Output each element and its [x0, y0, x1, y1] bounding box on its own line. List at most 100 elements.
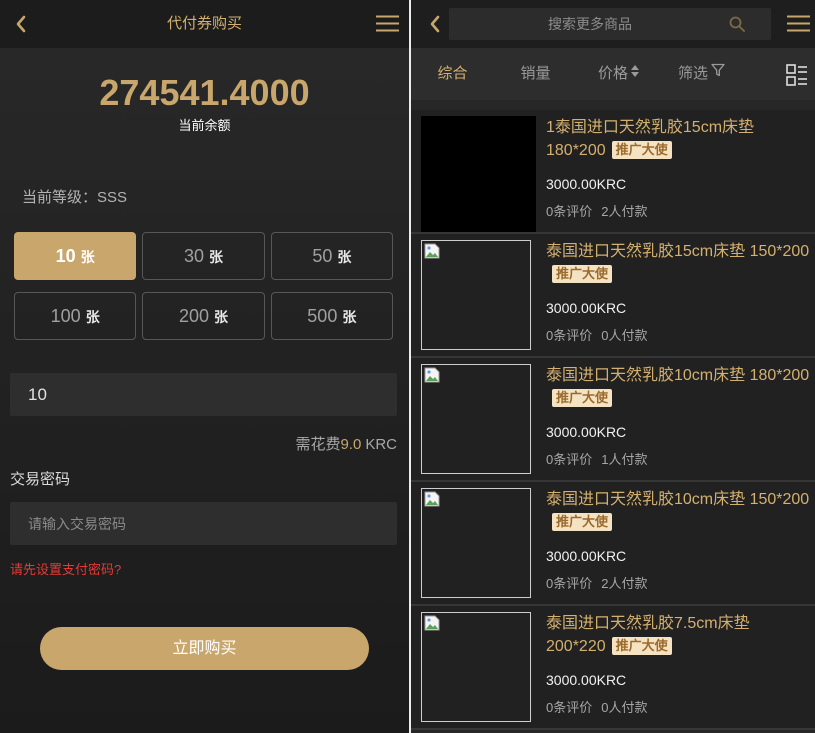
left-header: 代付券购买 — [0, 0, 409, 48]
option-unit: 张 — [342, 309, 357, 325]
password-label: 交易密码 — [10, 471, 71, 488]
option-count: 10 — [55, 246, 76, 266]
tab-label: 筛选 — [677, 65, 708, 82]
product-title-block[interactable]: 泰国进口天然乳胶10cm床垫 180*200 推广大使 — [546, 364, 811, 410]
product-image[interactable] — [421, 116, 536, 232]
menu-icon[interactable] — [376, 15, 399, 33]
product-card[interactable]: 泰国进口天然乳胶15cm床垫 150*200 推广大使 3000.00KRC 0条… — [411, 234, 815, 358]
search-box[interactable] — [449, 8, 771, 40]
voucher-purchase-panel: 代付券购买 274541.4000 当前余额 当前等级：SSS 10 张 30 张 … — [0, 0, 409, 733]
menu-icon[interactable] — [787, 15, 810, 33]
right-header — [411, 0, 815, 48]
sort-bar: 综合 销量 价格 筛选 — [411, 48, 815, 100]
payment-count: 2人付款 — [601, 576, 648, 591]
payment-count: 0人付款 — [601, 328, 648, 343]
option-unit: 张 — [209, 249, 223, 265]
product-title: 泰国进口天然乳胶10cm床垫 180*200 — [546, 367, 810, 384]
option-count: 100 — [50, 306, 81, 326]
broken-image-icon — [424, 615, 440, 631]
search-icon[interactable] — [729, 16, 745, 32]
cost-prefix: 需花费 — [295, 436, 341, 453]
product-title-block[interactable]: 泰国进口天然乳胶10cm床垫 150*200 推广大使 — [546, 488, 811, 534]
option-unit: 张 — [337, 249, 352, 265]
product-price: 3000.00KRC — [546, 548, 627, 564]
product-title-block[interactable]: 1泰国进口天然乳胶15cm床垫 180*200 推广大使 — [546, 116, 811, 162]
quantity-option-button[interactable]: 100 张 — [14, 292, 137, 340]
promo-badge: 推广大使 — [611, 637, 672, 655]
sort-arrows-icon — [631, 47, 639, 99]
cost-summary: 需花费9.0 KRC — [295, 436, 397, 454]
broken-image-icon — [424, 243, 440, 259]
payment-count: 0人付款 — [601, 700, 648, 715]
quantity-option-button[interactable]: 30 张 — [142, 232, 265, 280]
promo-badge: 推广大使 — [611, 141, 672, 159]
product-card[interactable]: 1泰国进口天然乳胶15cm床垫 180*200 推广大使 3000.00KRC 0… — [411, 110, 815, 234]
option-count: 30 — [183, 246, 204, 266]
app-screen: 代付券购买 274541.4000 当前余额 当前等级：SSS 10 张 30 张 … — [0, 0, 815, 733]
search-input[interactable] — [449, 8, 771, 40]
broken-image-icon — [424, 491, 440, 507]
cost-amount: 9.0 — [340, 436, 362, 453]
product-image[interactable] — [421, 364, 531, 474]
tab-label: 综合 — [437, 65, 468, 82]
product-list-panel: 综合 销量 价格 筛选 1泰国进口天然乳胶15cm床垫 180*200推广大使 … — [411, 0, 815, 733]
option-unit: 张 — [80, 249, 95, 265]
set-password-link[interactable]: 请先设置支付密码? — [10, 562, 121, 578]
quantity-option-button[interactable]: 200 张 — [142, 292, 265, 340]
promo-badge: 推广大使 — [552, 513, 613, 531]
back-chevron-icon[interactable] — [429, 15, 441, 33]
review-count: 0条评价 — [546, 452, 593, 467]
product-card[interactable]: 泰国进口天然乳胶10cm床垫 180*200 推广大使 3000.00KRC 0条… — [411, 358, 815, 482]
product-image[interactable] — [421, 612, 531, 722]
tab-comprehensive[interactable]: 综合 — [411, 48, 494, 100]
product-stats: 0条评价 0人付款 — [546, 698, 647, 718]
quantity-option-button[interactable]: 500 张 — [270, 292, 393, 340]
filter-icon — [711, 47, 725, 99]
product-stats: 0条评价 0人付款 — [546, 326, 647, 346]
product-title-block[interactable]: 泰国进口天然乳胶7.5cm床垫 200*220 推广大使 — [546, 612, 811, 658]
payment-count: 1人付款 — [601, 452, 648, 467]
tab-label: 价格 — [597, 65, 628, 82]
review-count: 0条评价 — [546, 700, 593, 715]
review-count: 0条评价 — [546, 576, 593, 591]
tab-price[interactable]: 价格 — [577, 48, 660, 100]
product-image[interactable] — [421, 488, 531, 598]
promo-badge: 推广大使 — [552, 265, 613, 283]
quantity-option-button[interactable]: 50 张 — [270, 232, 393, 280]
option-unit: 张 — [85, 309, 100, 325]
tab-label: 销量 — [520, 65, 551, 82]
balance-amount: 274541.4000 — [99, 72, 310, 113]
option-count: 200 — [178, 306, 210, 326]
quantity-input[interactable] — [10, 373, 397, 416]
quantity-option-button[interactable]: 10 张 — [14, 232, 137, 280]
product-list: 1泰国进口天然乳胶15cm床垫 180*200 推广大使 3000.00KRC 0… — [411, 110, 815, 730]
product-price: 3000.00KRC — [546, 176, 627, 192]
quantity-options: 10 张 30 张 50 张 100 张 200 张 500 张 — [14, 232, 393, 340]
cost-unit: KRC — [365, 436, 397, 453]
product-stats: 0条评价 1人付款 — [546, 450, 647, 470]
product-price: 3000.00KRC — [546, 424, 627, 440]
product-card[interactable]: 泰国进口天然乳胶7.5cm床垫 200*220 推广大使 3000.00KRC 0… — [411, 606, 815, 730]
page-title: 代付券购买 — [166, 15, 242, 32]
product-stats: 0条评价 2人付款 — [546, 574, 647, 594]
product-card[interactable]: 泰国进口天然乳胶10cm床垫 150*200 推广大使 3000.00KRC 0条… — [411, 482, 815, 606]
list-view-icon[interactable] — [786, 64, 808, 86]
product-image[interactable] — [421, 240, 531, 350]
product-title-block[interactable]: 泰国进口天然乳胶15cm床垫 150*200 推广大使 — [546, 240, 811, 286]
buy-now-button[interactable]: 立即购买 — [40, 627, 369, 670]
product-title: 泰国进口天然乳胶15cm床垫 150*200 — [546, 243, 810, 260]
tab-sales[interactable]: 销量 — [494, 48, 577, 100]
tab-filter[interactable]: 筛选 — [660, 48, 743, 100]
payment-count: 2人付款 — [601, 204, 648, 219]
option-count: 500 — [307, 306, 338, 326]
sort-tabs: 综合 销量 价格 筛选 — [411, 48, 743, 100]
broken-image-icon — [424, 367, 440, 383]
password-input[interactable] — [10, 502, 397, 545]
option-count: 50 — [312, 246, 333, 266]
member-level: 当前等级：SSS — [22, 189, 128, 206]
option-unit: 张 — [214, 309, 229, 325]
promo-badge: 推广大使 — [552, 389, 613, 407]
balance-label: 当前余额 — [178, 118, 231, 133]
product-price: 3000.00KRC — [546, 300, 627, 316]
review-count: 0条评价 — [546, 204, 593, 219]
